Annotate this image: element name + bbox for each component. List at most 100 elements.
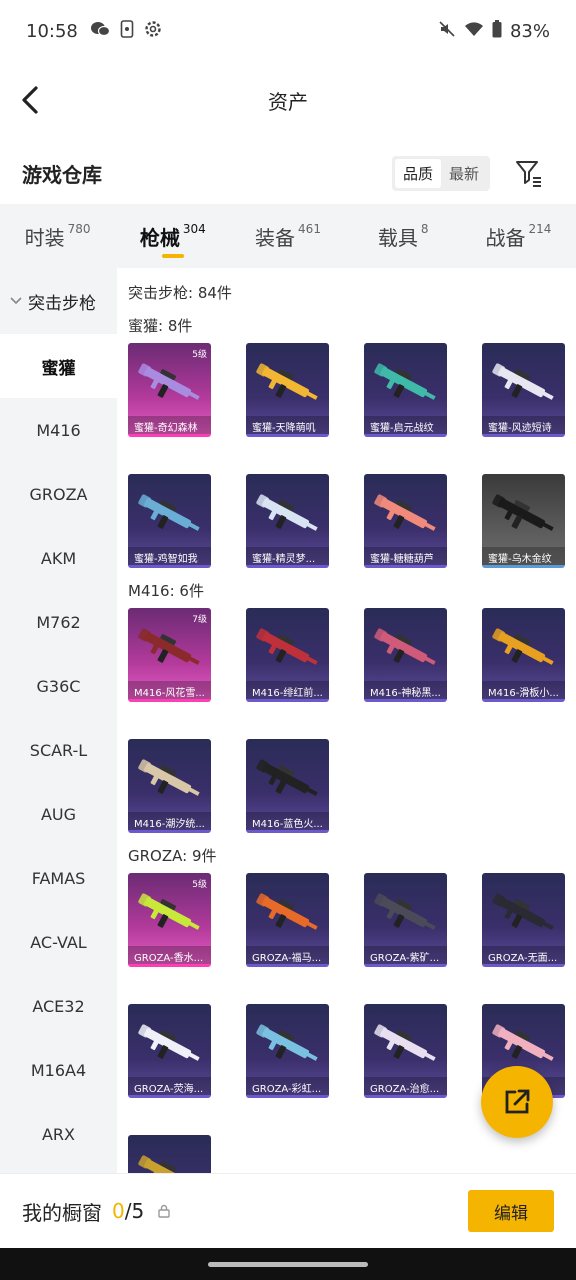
weapon-image [256, 363, 318, 400]
mute-icon [438, 20, 456, 43]
level-badge: 5级 [192, 350, 207, 360]
sort-newest-button[interactable]: 最新 [441, 159, 487, 188]
weapon-name: 蜜獾-鸡智如我 [128, 547, 211, 565]
tab-equipment[interactable]: 装备 461 [230, 204, 345, 268]
item-grid: 7级 M416-风花雪... M416-绯红前... M416-神秘黑... M416-… [128, 608, 576, 833]
weapon-name: M416-滑板小... [482, 681, 565, 699]
weapon-card[interactable]: M416-滑板小... [482, 608, 565, 702]
tab-vehicles[interactable]: 载具 8 [346, 204, 461, 268]
weapon-card[interactable]: M416-蓝色火... [246, 739, 329, 833]
system-nav-bar [0, 1248, 576, 1280]
weapon-card[interactable]: GROZA-荧海... [128, 1004, 211, 1098]
weapon-content: 突击步枪: 84件 蜜獾: 8件 5级 蜜獾-奇幻森林 蜜獾-天降萌叽 蜜獾-启元战纹蜜… [117, 268, 576, 1173]
section-title: 蜜獾: 8件 [128, 317, 193, 335]
filter-button[interactable] [514, 158, 544, 188]
weapon-name: M416-蓝色火... [246, 812, 329, 830]
weapon-card[interactable] [128, 1135, 211, 1173]
sort-toggle: 品质 最新 [391, 155, 490, 191]
sidebar-item[interactable]: AUG [0, 782, 117, 846]
tab-fashion[interactable]: 时装 780 [0, 204, 115, 268]
weapon-name: 蜜獾-风迹短诗 [482, 416, 565, 434]
weapon-card[interactable]: 蜜獾-鸡智如我 [128, 474, 211, 568]
sidebar-item[interactable]: G36C [0, 654, 117, 718]
weapon-image [492, 628, 554, 665]
tab-count: 8 [420, 222, 429, 236]
weapon-card[interactable]: 蜜獾-启元战纹 [364, 343, 447, 437]
weapon-image [138, 628, 200, 665]
warehouse-title: 游戏仓库 [22, 162, 102, 187]
phone-icon [120, 20, 134, 42]
section-title: GROZA: 9件 [128, 847, 217, 865]
sidebar-group-assault-rifles[interactable]: 突击步枪 [0, 268, 117, 334]
tab-count: 780 [67, 222, 91, 236]
showcase-bar: 我的橱窗 0 /5 编辑 [0, 1173, 576, 1248]
tab-firearms[interactable]: 枪械 304 [115, 204, 230, 268]
sidebar-item[interactable]: ACE32 [0, 974, 117, 1038]
weapon-card[interactable]: 7级 M416-风花雪... [128, 608, 211, 702]
sort-quality-button[interactable]: 品质 [394, 158, 441, 188]
home-indicator[interactable] [208, 1262, 368, 1267]
weapon-card[interactable]: M416-潮汐统... [128, 739, 211, 833]
weapon-name: M416-神秘黑... [364, 681, 447, 699]
weapon-name: M416-风花雪... [128, 681, 211, 699]
section-title: M416: 6件 [128, 582, 204, 600]
weapon-name: GROZA-福马... [246, 946, 329, 964]
sidebar-item[interactable]: AC-VAL [0, 910, 117, 974]
weapon-image [492, 893, 554, 930]
sidebar-item[interactable]: GROZA [0, 462, 117, 526]
level-badge: 7级 [192, 615, 207, 625]
sidebar-item[interactable]: M762 [0, 590, 117, 654]
showcase-total: /5 [124, 1199, 145, 1223]
weapon-image [256, 1024, 318, 1061]
weapon-card[interactable]: GROZA-彩虹... [246, 1004, 329, 1098]
weapon-card[interactable]: M416-绯红前... [246, 608, 329, 702]
weapon-name: 蜜獾-启元战纹 [364, 416, 447, 434]
weapon-card[interactable]: GROZA-无面... [482, 873, 565, 967]
weapon-name: GROZA-治愈... [364, 1077, 447, 1095]
category-tabs: 时装 780 枪械 304 装备 461 载具 8 战备 214 [0, 204, 576, 268]
weapon-image [374, 363, 436, 400]
weapon-image [138, 759, 200, 796]
weapon-card[interactable]: 蜜獾-乌木金纹 [482, 474, 565, 568]
weapon-card[interactable]: M416-神秘黑... [364, 608, 447, 702]
weapon-card[interactable]: GROZA-治愈... [364, 1004, 447, 1098]
weapon-card[interactable]: GROZA-紫矿... [364, 873, 447, 967]
weapon-image [374, 1024, 436, 1061]
sections: 蜜獾: 8件 5级 蜜獾-奇幻森林蜜獾-天降萌叽 蜜獾-启元战纹 蜜獾-风迹短诗蜜獾-鸡… [128, 315, 576, 1173]
tab-label: 装备 [255, 226, 296, 250]
share-fab-button[interactable] [481, 1066, 553, 1138]
weapon-name: 蜜獾-天降萌叽 [246, 416, 329, 434]
back-button[interactable] [18, 82, 48, 118]
sidebar-list: 蜜獾 M416 GROZA AKM M762 G36C SCAR-L AUG FAMAS AC-V… [0, 334, 117, 1166]
chevron-left-icon [22, 86, 38, 114]
sidebar-item[interactable]: AKM [0, 526, 117, 590]
sidebar-item[interactable]: SCAR-L [0, 718, 117, 782]
edit-button[interactable]: 编辑 [468, 1190, 554, 1232]
sidebar-item[interactable]: FAMAS [0, 846, 117, 910]
sidebar-item[interactable]: 蜜獾 [0, 334, 117, 398]
sidebar-item[interactable]: ARX [0, 1102, 117, 1166]
weapon-image [256, 759, 318, 796]
weapon-card[interactable]: 5级 蜜獾-奇幻森林 [128, 343, 211, 437]
weapon-image [256, 893, 318, 930]
weapon-image [374, 893, 436, 930]
chevron-down-icon [10, 294, 22, 308]
weapon-card[interactable]: 5级 GROZA-香水... [128, 873, 211, 967]
weapon-image [374, 628, 436, 665]
weapon-name: 蜜獾-糖糖葫芦 [364, 547, 447, 565]
sidebar-item[interactable]: M16A4 [0, 1038, 117, 1102]
sidebar-item[interactable]: M416 [0, 398, 117, 462]
weapon-card[interactable]: 蜜獾-糖糖葫芦 [364, 474, 447, 568]
weapon-card[interactable]: 蜜獾-精灵梦... [246, 474, 329, 568]
weapon-sidebar: 突击步枪 蜜獾 M416 GROZA AKM M762 G36C SCAR-L AUG FAMA… [0, 268, 117, 1173]
tab-supplies[interactable]: 战备 214 [461, 204, 576, 268]
warehouse-header: 游戏仓库 品质 最新 [0, 150, 576, 196]
weapon-name: GROZA-香水... [128, 946, 211, 964]
lock-icon [158, 1204, 170, 1218]
weapon-card[interactable]: 蜜獾-风迹短诗 [482, 343, 565, 437]
weapon-card[interactable]: GROZA-福马... [246, 873, 329, 967]
weapon-image [256, 628, 318, 665]
weapon-card[interactable]: 蜜獾-天降萌叽 [246, 343, 329, 437]
weapon-name: 蜜獾-精灵梦... [246, 547, 329, 565]
weapon-name: GROZA-彩虹... [246, 1077, 329, 1095]
